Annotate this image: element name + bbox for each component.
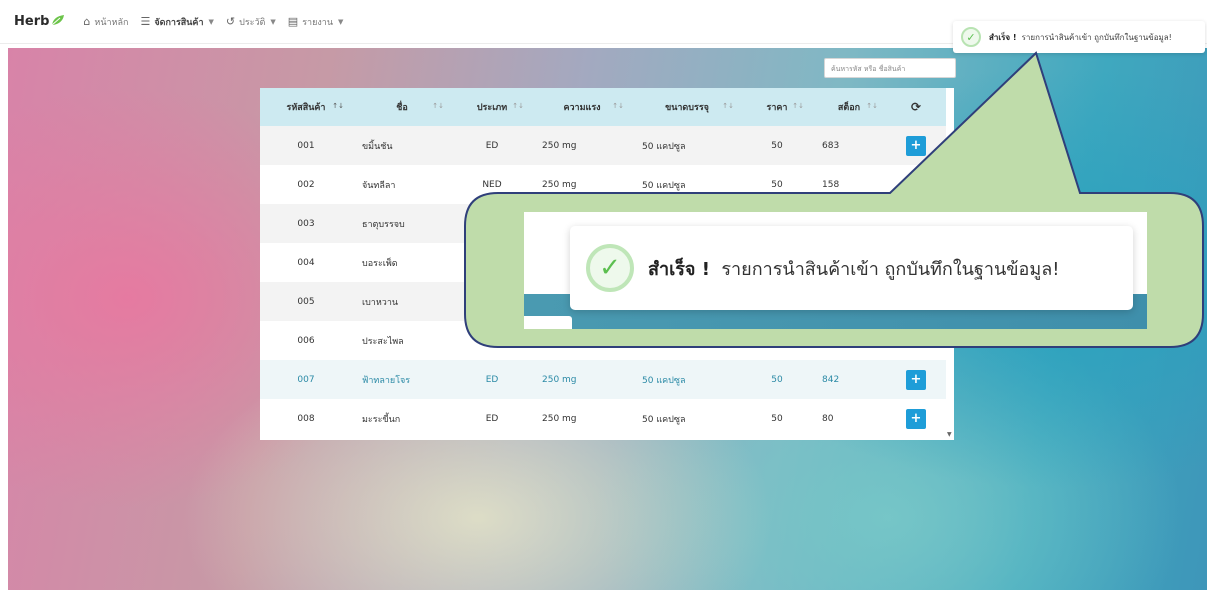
- toast-title-zoomed: สำเร็จ !: [648, 258, 710, 280]
- zoom-table-edge: [524, 316, 572, 329]
- toast-text-zoomed: สำเร็จ ! รายการนำสินค้าเข้า ถูกบันทึกในฐ…: [648, 254, 1059, 283]
- success-toast-zoomed: ✓ สำเร็จ ! รายการนำสินค้าเข้า ถูกบันทึกใ…: [570, 226, 1133, 310]
- toast-message-zoomed: รายการนำสินค้าเข้า ถูกบันทึกในฐานข้อมูล!: [721, 258, 1060, 280]
- check-circle-icon: ✓: [586, 244, 634, 292]
